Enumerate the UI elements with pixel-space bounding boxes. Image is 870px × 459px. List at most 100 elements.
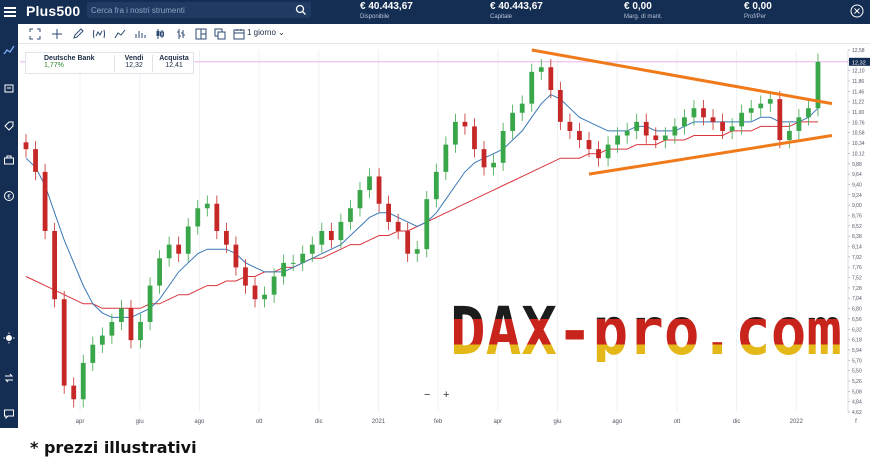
candle-body xyxy=(682,117,687,127)
y-tick-label: 10,12 xyxy=(852,151,865,157)
x-tick-label: apr xyxy=(76,419,85,425)
candle-body xyxy=(166,244,172,259)
svg-text:€: € xyxy=(7,195,11,201)
period-select[interactable]: 1 giorno ⌄ xyxy=(247,28,285,37)
search-input[interactable] xyxy=(91,3,291,17)
candle-body xyxy=(796,117,802,131)
candle-body xyxy=(739,112,745,127)
y-tick-label: 10,76 xyxy=(852,120,865,126)
search-box[interactable] xyxy=(87,2,311,18)
stat-label: Disponibile xyxy=(360,14,390,20)
candle-body xyxy=(605,144,611,159)
candle-body xyxy=(596,149,601,159)
candle-body xyxy=(309,244,315,254)
candle-body xyxy=(491,162,496,168)
y-tick-label: 5,26 xyxy=(852,379,862,385)
candle-body xyxy=(462,121,468,127)
candle-body xyxy=(367,176,372,191)
candle-body xyxy=(538,67,544,72)
close-icon[interactable] xyxy=(850,4,864,18)
candle-body xyxy=(586,140,592,150)
candle-body xyxy=(147,285,153,322)
layers-icon[interactable] xyxy=(214,28,226,40)
instrument-name: Deutsche Bank xyxy=(44,55,95,62)
candle-body xyxy=(300,253,306,263)
candle-body xyxy=(615,135,621,145)
tag-icon[interactable] xyxy=(3,120,15,132)
y-tick-label: 6,56 xyxy=(852,317,862,323)
y-tick-label: 7,04 xyxy=(852,296,862,302)
menu-icon[interactable] xyxy=(4,5,16,19)
theme-icon[interactable] xyxy=(3,332,15,344)
candle-body xyxy=(71,385,77,400)
stat-label: Marg. di mant. xyxy=(624,14,663,20)
sell-button[interactable]: Vendi 12,32 xyxy=(122,55,146,69)
candle-body xyxy=(386,203,392,222)
calendar-icon[interactable] xyxy=(233,28,245,40)
candle-body xyxy=(758,103,764,109)
y-tick-label: 10,34 xyxy=(852,141,865,147)
candle-body xyxy=(138,321,143,341)
x-tick-label: ago xyxy=(612,419,623,425)
candle-body xyxy=(557,90,563,122)
chart-icon[interactable] xyxy=(3,44,15,56)
candlestick-icon[interactable] xyxy=(154,28,166,40)
y-tick-label: 5,94 xyxy=(852,348,862,354)
chat-icon[interactable] xyxy=(3,408,15,420)
candle-body xyxy=(481,149,487,168)
portfolio-icon[interactable] xyxy=(3,82,15,94)
footnote: * prezzi illustrativi xyxy=(30,438,197,457)
candle-body xyxy=(653,135,659,141)
stat-available: € 40.443,67 Disponibile xyxy=(360,1,413,21)
briefcase-icon[interactable] xyxy=(3,154,15,166)
candle-body xyxy=(109,321,115,336)
candle-body xyxy=(548,67,554,91)
expand-icon[interactable] xyxy=(29,28,41,40)
indicator-icon[interactable] xyxy=(93,28,105,40)
sell-price: 12,32 xyxy=(125,62,143,69)
current-price-label: 12,32 xyxy=(852,60,866,66)
stat-value: € 40.443,67 xyxy=(360,1,413,12)
candle-body xyxy=(243,267,248,286)
buy-label: Acquista xyxy=(159,55,189,62)
buy-button[interactable]: Acquista 12,41 xyxy=(158,55,190,69)
candle-body xyxy=(452,121,458,145)
candle-body xyxy=(414,249,420,254)
stat-label: Capitale xyxy=(490,14,513,20)
bar-chart-icon[interactable] xyxy=(175,28,187,40)
pencil-icon[interactable] xyxy=(72,28,84,40)
candle-body xyxy=(405,231,411,254)
y-tick-label: 9,00 xyxy=(852,203,862,209)
candle-body xyxy=(567,121,573,131)
zoom-in-button[interactable]: + xyxy=(443,389,449,401)
candle-body xyxy=(577,130,582,141)
candle-body xyxy=(52,231,58,300)
volume-icon[interactable] xyxy=(134,28,146,40)
y-tick-label: 12,10 xyxy=(852,69,865,75)
candle-body xyxy=(119,308,124,322)
switch-icon[interactable] xyxy=(3,372,15,384)
stat-capital: € 40.443,67 Capitale xyxy=(490,1,543,21)
candle-body xyxy=(319,231,325,245)
chart-toolbar: 1 giorno ⌄ xyxy=(18,24,870,44)
candle-body xyxy=(90,344,96,363)
y-tick-label: 7,52 xyxy=(852,276,862,282)
layout-icon[interactable] xyxy=(195,28,207,40)
candle-body xyxy=(233,244,239,268)
price-chart[interactable]: apr giu ago ott dic 2021 feb apr giu ago ott dic 202… xyxy=(18,44,870,428)
svg-text:DAX-pro.com: DAX-pro.com xyxy=(450,296,842,362)
line-chart-icon[interactable] xyxy=(114,28,126,40)
divider xyxy=(152,55,153,72)
candle-body xyxy=(806,108,811,118)
y-tick-label: 9,88 xyxy=(852,162,862,168)
crosshair-icon[interactable] xyxy=(51,28,63,40)
candle-body xyxy=(433,171,439,200)
candle-body xyxy=(767,99,773,104)
y-tick-label: 4,62 xyxy=(852,410,862,416)
candle-body xyxy=(357,190,363,209)
y-tick-label: 9,40 xyxy=(852,182,862,188)
zoom-out-button[interactable]: − xyxy=(424,389,430,401)
funds-icon[interactable]: € xyxy=(3,190,15,202)
search-icon[interactable] xyxy=(295,4,307,16)
candle-body xyxy=(204,203,210,209)
